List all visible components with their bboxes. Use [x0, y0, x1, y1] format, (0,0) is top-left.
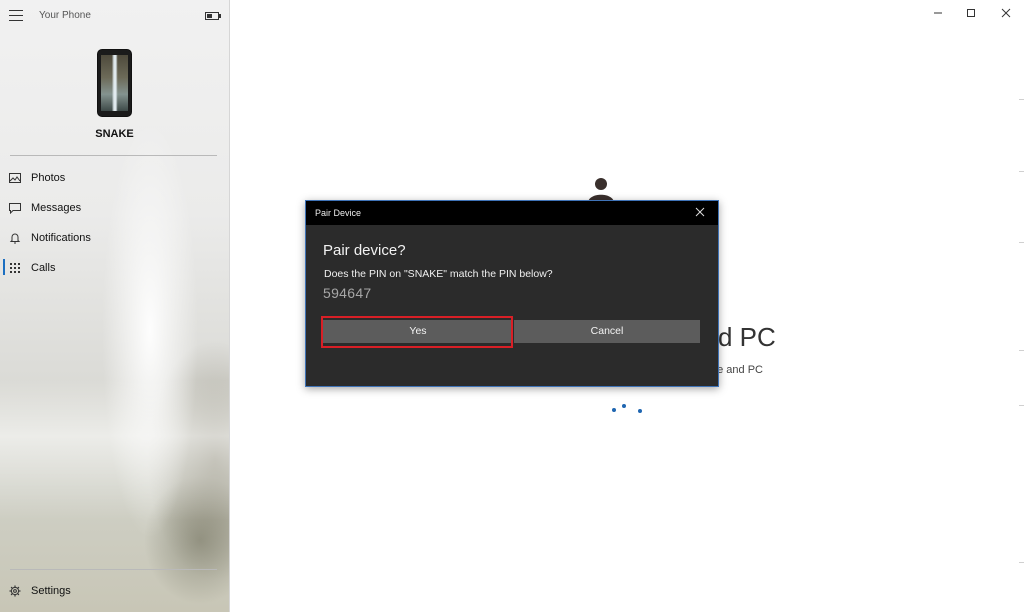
sidebar-item-label: Calls — [31, 262, 56, 274]
sidebar: Your Phone SNAKE Photos Messages Notific… — [0, 0, 230, 612]
sidebar-topbar: Your Phone — [0, 0, 229, 32]
sidebar-item-calls[interactable]: Calls — [0, 253, 229, 283]
yes-button[interactable]: Yes — [323, 320, 513, 343]
active-indicator — [3, 259, 5, 275]
close-icon — [695, 207, 705, 217]
sidebar-item-messages[interactable]: Messages — [0, 193, 229, 223]
message-icon — [9, 203, 21, 214]
loading-spinner-dot — [612, 408, 616, 412]
dialog-heading: Pair device? — [323, 242, 406, 259]
pin-code: 594647 — [323, 285, 372, 301]
edge-mark — [1019, 405, 1024, 406]
gear-icon — [9, 585, 21, 597]
bell-icon — [9, 233, 21, 244]
sidebar-bottom-divider — [10, 569, 217, 570]
dialog-question: Does the PIN on "SNAKE" match the PIN be… — [324, 268, 553, 280]
background-heading: d PC — [718, 322, 776, 352]
cancel-button[interactable]: Cancel — [514, 320, 700, 343]
edge-mark — [1019, 242, 1024, 243]
dialpad-icon — [10, 263, 20, 273]
sidebar-item-label: Photos — [31, 172, 66, 184]
close-window-button[interactable] — [999, 6, 1013, 20]
dialog-titlebar: Pair Device — [306, 201, 718, 225]
sidebar-item-settings[interactable]: Settings — [0, 576, 229, 606]
sidebar-item-photos[interactable]: Photos — [0, 163, 229, 193]
sidebar-divider — [10, 155, 217, 156]
person-avatar-icon — [588, 178, 614, 203]
device-name: SNAKE — [95, 128, 134, 140]
minimize-icon — [934, 12, 942, 14]
loading-spinner-dot — [622, 404, 626, 408]
sidebar-item-label: Notifications — [31, 232, 91, 244]
dialog-title: Pair Device — [315, 208, 362, 218]
close-icon — [1001, 8, 1011, 18]
pair-device-dialog: Pair Device Pair device? Does the PIN on… — [305, 200, 719, 387]
sidebar-item-label: Messages — [31, 202, 82, 214]
edge-mark — [1019, 171, 1024, 172]
app-title: Your Phone — [39, 10, 91, 21]
minimize-button[interactable] — [931, 6, 945, 20]
sidebar-item-notifications[interactable]: Notifications — [0, 223, 229, 253]
maximize-button[interactable] — [964, 6, 978, 20]
dialog-close-button[interactable] — [694, 206, 706, 218]
battery-icon — [205, 12, 221, 20]
hamburger-menu-icon[interactable] — [9, 10, 23, 21]
phone-image — [97, 49, 132, 117]
edge-mark — [1019, 562, 1024, 563]
sidebar-item-label: Settings — [31, 585, 71, 597]
photos-icon — [9, 173, 21, 183]
edge-mark — [1019, 350, 1024, 351]
edge-mark — [1019, 99, 1024, 100]
maximize-icon — [967, 9, 975, 17]
phone-wallpaper — [101, 55, 128, 111]
loading-spinner-dot — [638, 409, 642, 413]
background-mist — [0, 380, 229, 520]
